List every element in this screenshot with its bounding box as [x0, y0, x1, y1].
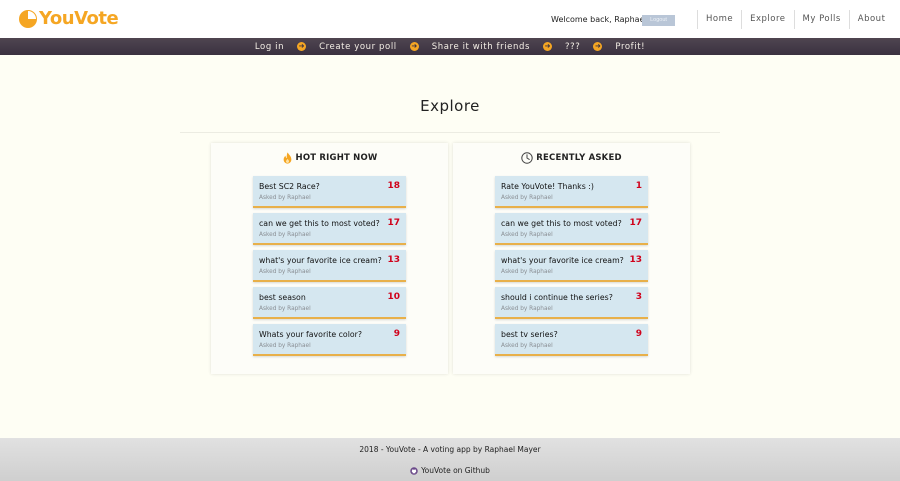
nav-explore[interactable]: Explore: [741, 10, 793, 29]
nav-about[interactable]: About: [848, 10, 894, 29]
top-header: YouVote Welcome back, Raphael! Logout Ho…: [0, 0, 900, 38]
footer-credit: 2018 - YouVote - A voting app by Raphael…: [359, 445, 541, 454]
logo-pie-icon: [19, 9, 37, 28]
arrow-right-circle-icon: ➜: [543, 42, 553, 51]
poll-card[interactable]: Whats your favorite color? Asked by Raph…: [253, 324, 406, 356]
poll-author: Asked by Raphael: [259, 269, 311, 275]
hot-right-now-panel: HOT RIGHT NOW Best SC2 Race? Asked by Ra…: [211, 143, 448, 374]
banner-step-share: Share it with friends: [431, 41, 531, 52]
recently-asked-panel: RECENTLY ASKED Rate YouVote! Thanks :) A…: [453, 143, 690, 374]
github-link-label: YouVote on Github: [421, 466, 490, 475]
clock-icon: [521, 152, 533, 164]
poll-author: Asked by Raphael: [259, 306, 311, 312]
vote-count: 9: [635, 329, 642, 339]
vote-count: 17: [387, 218, 400, 228]
hot-panel-header: HOT RIGHT NOW: [211, 152, 448, 164]
poll-card[interactable]: what's your favorite ice cream? Asked by…: [253, 250, 406, 282]
github-icon: [410, 466, 418, 475]
page-title: Explore: [420, 97, 480, 115]
title-divider: [180, 132, 720, 133]
welcome-message: Welcome back, Raphael!: [551, 15, 650, 24]
poll-author: Asked by Raphael: [501, 232, 553, 238]
poll-author: Asked by Raphael: [501, 343, 553, 349]
poll-card[interactable]: can we get this to most voted? Asked by …: [253, 213, 406, 245]
steps-banner: Log in ➜ Create your poll ➜ Share it wit…: [0, 38, 900, 55]
arrow-right-circle-icon: ➜: [409, 42, 419, 51]
nav-my-polls[interactable]: My Polls: [793, 10, 849, 29]
nav-home[interactable]: Home: [697, 10, 741, 29]
poll-question: what's your favorite ice cream?: [501, 256, 624, 265]
logout-button[interactable]: Logout: [642, 15, 675, 26]
poll-question: should i continue the series?: [501, 293, 613, 302]
vote-count: 3: [635, 292, 642, 302]
poll-question: Best SC2 Race?: [259, 182, 320, 191]
vote-count: 17: [629, 218, 642, 228]
poll-author: Asked by Raphael: [259, 195, 311, 201]
vote-count: 18: [387, 181, 400, 191]
poll-card[interactable]: best tv series? Asked by Raphael 9: [495, 324, 648, 356]
vote-count: 13: [387, 255, 400, 265]
poll-question: Whats your favorite color?: [259, 330, 362, 339]
main-nav: Home Explore My Polls About: [697, 10, 893, 29]
recent-panel-title: RECENTLY ASKED: [536, 153, 622, 163]
poll-card[interactable]: what's your favorite ice cream? Asked by…: [495, 250, 648, 282]
hot-panel-title: HOT RIGHT NOW: [295, 153, 378, 163]
poll-author: Asked by Raphael: [501, 306, 553, 312]
poll-question: best tv series?: [501, 330, 558, 339]
poll-card[interactable]: Rate YouVote! Thanks :) Asked by Raphael…: [495, 176, 648, 208]
github-link[interactable]: YouVote on Github: [0, 466, 900, 475]
vote-count: 1: [635, 181, 642, 191]
banner-step-create: Create your poll: [319, 41, 397, 52]
vote-count: 13: [629, 255, 642, 265]
poll-card[interactable]: can we get this to most voted? Asked by …: [495, 213, 648, 245]
poll-author: Asked by Raphael: [501, 195, 553, 201]
poll-question: Rate YouVote! Thanks :): [501, 182, 594, 191]
poll-author: Asked by Raphael: [259, 232, 311, 238]
banner-step-login: Log in: [254, 41, 285, 52]
poll-card[interactable]: Best SC2 Race? Asked by Raphael 18: [253, 176, 406, 208]
banner-step-profit: Profit!: [615, 41, 646, 52]
poll-question: best season: [259, 293, 306, 302]
youvote-logo[interactable]: YouVote: [18, 8, 119, 29]
recent-panel-header: RECENTLY ASKED: [453, 152, 690, 164]
page-footer: 2018 - YouVote - A voting app by Raphael…: [0, 438, 900, 481]
arrow-right-circle-icon: ➜: [297, 42, 307, 51]
flame-icon: [283, 152, 291, 164]
poll-question: can we get this to most voted?: [501, 219, 622, 228]
poll-card[interactable]: should i continue the series? Asked by R…: [495, 287, 648, 319]
vote-count: 10: [387, 292, 400, 302]
poll-author: Asked by Raphael: [259, 343, 311, 349]
poll-author: Asked by Raphael: [501, 269, 553, 275]
poll-question: what's your favorite ice cream?: [259, 256, 382, 265]
banner-step-unknown: ???: [565, 41, 581, 52]
vote-count: 9: [393, 329, 400, 339]
arrow-right-circle-icon: ➜: [593, 42, 603, 51]
poll-question: can we get this to most voted?: [259, 219, 380, 228]
poll-card[interactable]: best season Asked by Raphael 10: [253, 287, 406, 319]
brand-name: YouVote: [39, 8, 119, 29]
